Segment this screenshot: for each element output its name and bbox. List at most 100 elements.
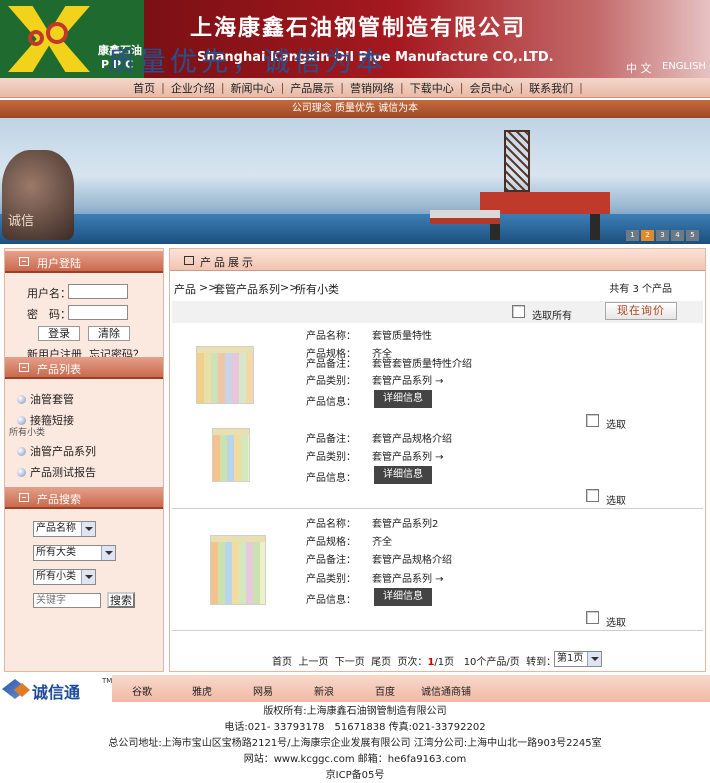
select-product-checkbox[interactable] (586, 414, 599, 427)
product-total: 共有 3 个产品 (609, 284, 672, 295)
rig-leg (590, 214, 600, 240)
category-select[interactable]: 所有大类 (33, 545, 116, 561)
category-item[interactable]: 产品测试报告 (17, 464, 96, 480)
panel-icon (19, 363, 29, 372)
nav-products[interactable]: 产品展示 (284, 80, 340, 96)
category-item[interactable]: 油管套管 (17, 391, 74, 407)
product-list-header: 产品列表 (5, 357, 163, 379)
product-name[interactable]: 套管产品系列2 (372, 515, 438, 530)
nav-marketing[interactable]: 营销网络 (344, 80, 400, 96)
thumb-column (225, 353, 232, 403)
select-product-checkbox[interactable] (586, 611, 599, 624)
footer-web: 网站：www.kcggc.com 邮箱：he6fa9163.com (243, 754, 467, 765)
links-strip: 谷歌 雅虎 网易 新浪 百度 诚信通商铺 (112, 675, 710, 702)
footer-address: 总公司地址:上海市宝山区宝杨路2121号/上海康宗企业发展有限公司 江湾分公司:… (108, 738, 602, 749)
product-spec: 齐全 (372, 537, 392, 548)
select-all-checkbox[interactable] (512, 305, 525, 318)
nav-contact[interactable]: 联系我们 (523, 80, 579, 96)
product-category[interactable]: 套管产品系列 → (372, 570, 444, 585)
link-sina[interactable]: 新浪 (314, 683, 334, 698)
breadcrumb-category[interactable]: 套管产品系列 (214, 281, 280, 297)
product-name-label: 产品名称： (306, 331, 356, 342)
password-input[interactable] (68, 305, 128, 320)
product-panel-header: 产品展示 (170, 249, 705, 271)
prev-page-link[interactable]: 上一页 (298, 657, 328, 668)
link-yahoo[interactable]: 雅虎 (192, 683, 212, 698)
chengxintong-logo[interactable]: 诚信通 TM (2, 677, 112, 702)
last-page-link[interactable]: 尾页 (371, 657, 391, 668)
link-netease[interactable]: 网易 (253, 683, 273, 698)
banner-page-1[interactable]: 1 (626, 230, 639, 241)
select-product-label: 选取 (606, 496, 626, 507)
product-thumbnail[interactable] (196, 346, 254, 404)
thumb-column (197, 353, 204, 403)
product-panel-title: 产品展示 (200, 256, 256, 269)
company-name-cn: 上海康鑫石油钢管制造有限公司 (190, 16, 527, 41)
goto-label: 转到： (526, 657, 557, 668)
username-input[interactable] (68, 284, 128, 299)
link-baidu[interactable]: 百度 (375, 683, 395, 698)
product-note: 套管产品规格介绍 (372, 434, 452, 445)
footer-copyright: 版权所有:上海康鑫石油钢管制造有限公司 (263, 706, 447, 717)
thumb-column (213, 435, 220, 481)
goto-page-select[interactable]: 第1页 (554, 651, 602, 667)
login-button[interactable]: 登录 (38, 326, 80, 341)
thumb-column (218, 353, 225, 403)
search-field-select[interactable]: 产品名称 (33, 521, 96, 537)
product-divider (172, 630, 703, 631)
panel-icon (19, 493, 29, 502)
thumb-column (218, 542, 225, 604)
banner-page-5[interactable]: 5 (686, 230, 699, 241)
detail-info-button[interactable]: 详细信息 (374, 588, 432, 606)
product-info-label: 产品信息： (306, 397, 356, 408)
keyword-input[interactable] (33, 593, 101, 608)
product-category-label: 产品类别： (306, 574, 356, 585)
link-shop[interactable]: 诚信通商铺 (421, 683, 471, 698)
link-google[interactable]: 谷歌 (132, 683, 152, 698)
product-search-header: 产品搜索 (5, 487, 163, 509)
thumb-column (220, 435, 227, 481)
detail-info-button[interactable]: 详细信息 (374, 390, 432, 408)
detail-info-button[interactable]: 详细信息 (374, 466, 432, 484)
footer-phone: 电话:021- 33793178 51671838 传真:021-3379220… (224, 722, 486, 733)
lang-chinese-link[interactable]: 中 文 (626, 60, 652, 76)
product-list-title: 产品列表 (37, 363, 81, 376)
brand-name: 诚信通 (32, 683, 81, 702)
product-category[interactable]: 套管产品系列 → (372, 448, 444, 463)
search-field-value: 产品名称 (36, 523, 76, 534)
thumb-column (239, 542, 246, 604)
next-page-link[interactable]: 下一页 (335, 657, 365, 668)
product-thumbnail[interactable] (212, 428, 250, 482)
clear-button[interactable]: 清除 (88, 326, 130, 341)
ring-logo-mark (46, 22, 68, 44)
subcategory-select[interactable]: 所有小类 (33, 569, 96, 585)
category-item[interactable]: 油管产品系列 (17, 443, 96, 459)
inquiry-now-button[interactable]: 现在询价 (605, 302, 677, 320)
nav-members[interactable]: 会员中心 (463, 80, 519, 96)
product-name[interactable]: 套管质量特性 (372, 327, 432, 342)
search-button[interactable]: 搜索 (107, 592, 135, 608)
nav-about[interactable]: 企业介绍 (165, 80, 221, 96)
nav-home[interactable]: 首页 (127, 80, 161, 96)
nav-news[interactable]: 新闻中心 (225, 80, 281, 96)
footer-icp: 京ICP备05号 (325, 770, 385, 781)
lang-english-link[interactable]: ENGLISH (662, 61, 706, 72)
thumb-column (246, 353, 253, 403)
banner-page-4[interactable]: 4 (671, 230, 684, 241)
ring-logo-mark-small (28, 30, 44, 46)
bullet-icon (17, 416, 26, 425)
bullet-icon (17, 468, 26, 477)
breadcrumb-products[interactable]: 产品 (174, 281, 196, 297)
product-thumbnail[interactable] (210, 535, 266, 605)
nav-downloads[interactable]: 下载中心 (404, 80, 460, 96)
banner-page-3[interactable]: 3 (656, 230, 669, 241)
select-product-checkbox[interactable] (586, 489, 599, 502)
breadcrumb-subcategory[interactable]: 所有小类 (295, 281, 339, 297)
thumb-column (211, 542, 218, 604)
bullet-icon (17, 395, 26, 404)
thumb-column (239, 353, 246, 403)
total-pages: /1页 (434, 657, 455, 668)
first-page-link[interactable]: 首页 (272, 657, 292, 668)
product-category[interactable]: 套管产品系列 → (372, 372, 444, 387)
banner-page-2[interactable]: 2 (641, 230, 654, 241)
